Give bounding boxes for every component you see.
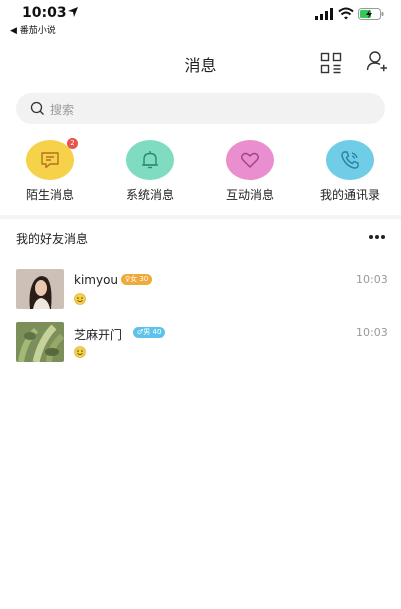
message-time: 10:03 [356, 326, 388, 339]
category-label: 系统消息 [125, 188, 174, 202]
unread-badge: 2 [67, 138, 78, 149]
message-time: 10:03 [356, 273, 388, 286]
category-icon-circle [226, 140, 274, 180]
avatar [16, 269, 64, 309]
message-row-kimyou[interactable]: kimyou ♀女 30 10:03 [0, 269, 401, 317]
gender-age-tag: ♀女 30 [121, 274, 153, 285]
status-bar: 10:03 ◀ 番茄小说 [0, 0, 401, 40]
category-system-messages[interactable]: 系统消息 [110, 138, 190, 204]
category-icon-circle [326, 140, 374, 180]
nav-bar: 消息 [0, 40, 401, 84]
add-friend-icon[interactable] [366, 50, 388, 72]
back-to-app-link[interactable]: ◀ 番茄小说 [10, 23, 56, 36]
message-row-zhima[interactable]: 芝麻开门 ♂男 40 10:03 [0, 322, 401, 370]
search-input[interactable]: 搜索 [16, 93, 385, 124]
contact-name: 芝麻开门 [74, 328, 123, 342]
category-stranger-messages[interactable]: 2 陌生消息 [10, 138, 90, 204]
category-icon-circle [126, 140, 174, 180]
smile-emoji-icon [74, 293, 86, 305]
more-options-icon[interactable] [368, 232, 386, 242]
section-divider [0, 215, 401, 219]
phone-icon [341, 151, 359, 169]
heart-icon [241, 152, 259, 168]
gender-age-tag: ♂男 40 [133, 327, 166, 338]
avatar [16, 322, 64, 362]
chat-bubble-icon [41, 152, 59, 169]
category-interaction-messages[interactable]: 互动消息 [210, 138, 290, 204]
status-time: 10:03 [22, 5, 67, 21]
search-placeholder: 搜索 [50, 103, 75, 117]
qr-scan-icon[interactable] [320, 52, 342, 74]
category-contacts[interactable]: 我的通讯录 [310, 138, 390, 204]
contact-name: kimyou [74, 273, 119, 287]
location-arrow-icon [68, 7, 78, 17]
search-icon [30, 101, 44, 115]
category-label: 陌生消息 [25, 188, 74, 202]
battery-charging-icon [358, 8, 384, 20]
bell-icon [142, 151, 158, 169]
category-label: 互动消息 [225, 188, 274, 202]
category-label: 我的通讯录 [319, 188, 380, 202]
wifi-icon [338, 7, 354, 20]
friend-messages-title: 我的好友消息 [16, 232, 89, 246]
smile-emoji-icon [74, 346, 86, 358]
cellular-signal-icon [315, 8, 333, 20]
